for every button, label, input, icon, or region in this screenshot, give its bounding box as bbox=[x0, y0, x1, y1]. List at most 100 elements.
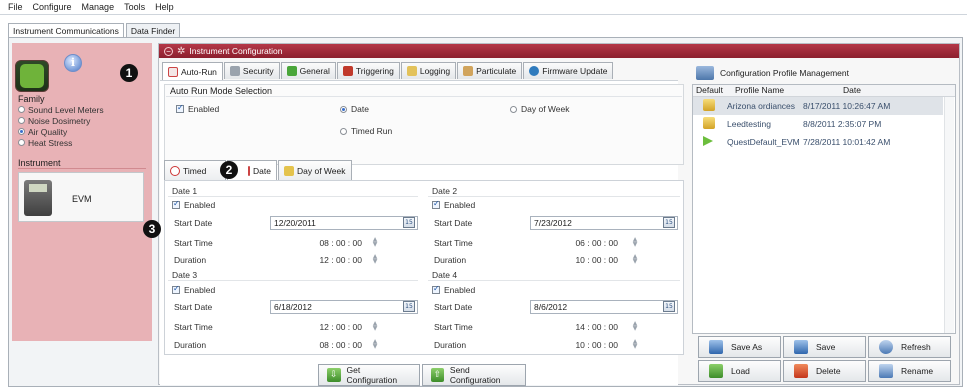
date-2-enabled-checkbox[interactable]: Enabled bbox=[432, 199, 475, 210]
date-4-duration-input[interactable]: 10 : 00 : 00 bbox=[554, 340, 618, 350]
family-option-air-quality[interactable]: Air Quality bbox=[18, 126, 104, 137]
profile-row[interactable]: QuestDefault_EVM 7/28/2011 10:01:42 AM bbox=[693, 133, 943, 151]
time-spinner-icon[interactable]: ▲ ▼ bbox=[632, 237, 638, 248]
duration-spinner-icon[interactable]: ▲ ▼ bbox=[632, 254, 638, 265]
tab-firmware-update[interactable]: Firmware Update bbox=[523, 62, 614, 79]
load-button[interactable]: Load bbox=[698, 360, 781, 382]
family-option-heat-stress[interactable]: Heat Stress bbox=[18, 137, 104, 148]
configuration-header-title: Instrument Configuration bbox=[189, 46, 283, 56]
clock-icon bbox=[170, 165, 180, 176]
profile-name: QuestDefault_EVM bbox=[727, 137, 800, 147]
profile-date: 8/17/2011 10:26:47 AM bbox=[803, 101, 891, 111]
profile-name: Leedtesting bbox=[727, 119, 771, 129]
date-4-enabled-checkbox[interactable]: Enabled bbox=[432, 284, 475, 295]
configuration-tabs: Auto-Run Security General Triggering Log… bbox=[162, 62, 614, 80]
delete-button[interactable]: Delete bbox=[783, 360, 866, 382]
date-2-start-date-input[interactable]: 7/23/2012 bbox=[530, 216, 678, 230]
save-as-button[interactable]: Save As bbox=[698, 336, 781, 358]
calendar-picker-icon[interactable]: 15 bbox=[403, 217, 415, 228]
tab-general[interactable]: General bbox=[280, 62, 336, 79]
tab-instrument-communications[interactable]: Instrument Communications bbox=[8, 23, 124, 37]
tab-label: Triggering bbox=[355, 66, 394, 76]
checkbox-checked-icon bbox=[172, 284, 180, 294]
family-option-label: Sound Level Meters bbox=[28, 104, 104, 115]
date-2-duration-input[interactable]: 10 : 00 : 00 bbox=[554, 255, 618, 265]
calendar-picker-icon[interactable]: 15 bbox=[663, 301, 675, 312]
load-icon bbox=[709, 364, 723, 378]
calendar-picker-icon[interactable]: 15 bbox=[663, 217, 675, 228]
date-3-duration-input[interactable]: 08 : 00 : 00 bbox=[298, 340, 362, 350]
duration-spinner-icon[interactable]: ▲ ▼ bbox=[632, 339, 638, 350]
menu-tools[interactable]: Tools bbox=[124, 2, 145, 12]
time-spinner-icon[interactable]: ▲ ▼ bbox=[372, 237, 378, 248]
green-arrow-icon bbox=[703, 136, 713, 146]
get-configuration-button[interactable]: ⇩ Get Configuration bbox=[318, 364, 420, 386]
gear-icon: ✲ bbox=[177, 45, 186, 57]
subtab-label: Date bbox=[253, 166, 271, 176]
date-4-start-date-input[interactable]: 8/6/2012 bbox=[530, 300, 678, 314]
tab-label: General bbox=[299, 66, 330, 76]
checkbox-checked-icon bbox=[432, 284, 440, 294]
calendar-icon bbox=[248, 166, 251, 176]
date-1-start-date-input[interactable]: 12/20/2011 bbox=[270, 216, 418, 230]
tab-triggering[interactable]: Triggering bbox=[336, 62, 400, 79]
family-option-noise-dosimetry[interactable]: Noise Dosimetry bbox=[18, 115, 104, 126]
date-3-start-date-input[interactable]: 6/18/2012 bbox=[270, 300, 418, 314]
profile-list-scrollbar[interactable] bbox=[944, 97, 954, 333]
tab-logging[interactable]: Logging bbox=[400, 62, 457, 79]
duration-label: Duration bbox=[174, 340, 207, 350]
time-spinner-icon[interactable]: ▲ ▼ bbox=[372, 321, 378, 332]
calendar-picker-icon[interactable]: 15 bbox=[403, 301, 415, 312]
time-spinner-icon[interactable]: ▲ ▼ bbox=[632, 321, 638, 332]
tab-particulate[interactable]: Particulate bbox=[457, 62, 523, 79]
column-date[interactable]: Date bbox=[817, 85, 927, 96]
date-1-duration-input[interactable]: 12 : 00 : 00 bbox=[298, 255, 362, 265]
start-date-label: Start Date bbox=[174, 218, 213, 228]
info-icon[interactable]: i bbox=[64, 54, 82, 72]
menu-configure[interactable]: Configure bbox=[33, 2, 72, 12]
profile-row[interactable]: Leedtesting 8/8/2011 2:35:07 PM bbox=[693, 115, 943, 133]
collapse-icon[interactable]: − bbox=[164, 46, 173, 56]
column-default[interactable]: Default bbox=[693, 85, 727, 96]
subtab-day-of-week[interactable]: Day of Week bbox=[278, 160, 352, 180]
date-2-start-time-input[interactable]: 06 : 00 : 00 bbox=[554, 238, 618, 248]
duration-spinner-icon[interactable]: ▲ ▼ bbox=[372, 254, 378, 265]
profile-date: 7/28/2011 10:01:42 AM bbox=[803, 137, 891, 147]
date-3-start-time-input[interactable]: 12 : 00 : 00 bbox=[298, 322, 362, 332]
start-date-label: Start Date bbox=[174, 302, 213, 312]
save-button[interactable]: Save bbox=[783, 336, 866, 358]
family-option-label: Noise Dosimetry bbox=[28, 115, 91, 126]
family-option-sound-level-meters[interactable]: Sound Level Meters bbox=[18, 104, 104, 115]
menu-manage[interactable]: Manage bbox=[82, 2, 115, 12]
tab-security[interactable]: Security bbox=[223, 62, 280, 79]
lock-icon bbox=[229, 66, 240, 76]
family-option-label: Air Quality bbox=[28, 126, 68, 137]
button-label: Delete bbox=[816, 366, 841, 376]
menu-file[interactable]: File bbox=[8, 2, 23, 12]
lock-open-icon bbox=[703, 117, 715, 129]
date-1-start-time-input[interactable]: 08 : 00 : 00 bbox=[298, 238, 362, 248]
date-3-enabled-checkbox[interactable]: Enabled bbox=[172, 284, 215, 295]
date-4-title: Date 4 bbox=[432, 270, 458, 280]
radio-label: Date bbox=[351, 104, 369, 114]
send-configuration-button[interactable]: ⇧ Send Configuration bbox=[422, 364, 526, 386]
duration-spinner-icon[interactable]: ▲ ▼ bbox=[372, 339, 378, 350]
mode-radio-date[interactable]: Date bbox=[340, 104, 369, 114]
mode-radio-day-of-week[interactable]: Day of Week bbox=[510, 104, 570, 114]
profile-row[interactable]: Arizona ordiances 8/17/2011 10:26:47 AM bbox=[693, 97, 943, 115]
general-icon bbox=[286, 66, 297, 76]
configuration-header: − ✲ Instrument Configuration bbox=[159, 44, 959, 58]
tab-auto-run[interactable]: Auto-Run bbox=[162, 62, 223, 80]
rename-button[interactable]: Rename bbox=[868, 360, 951, 382]
profile-date: 8/8/2011 2:35:07 PM bbox=[803, 119, 882, 129]
profile-list-header: Default Profile Name Date bbox=[693, 85, 955, 97]
menu-help[interactable]: Help bbox=[155, 2, 174, 12]
mode-radio-timed-run[interactable]: Timed Run bbox=[340, 126, 392, 136]
refresh-button[interactable]: Refresh bbox=[868, 336, 951, 358]
subtab-timed[interactable]: Timed bbox=[164, 160, 226, 180]
tab-data-finder[interactable]: Data Finder bbox=[125, 23, 181, 37]
date-4-start-time-input[interactable]: 14 : 00 : 00 bbox=[554, 322, 618, 332]
date-1-enabled-checkbox[interactable]: Enabled bbox=[172, 199, 215, 210]
auto-run-enabled-checkbox[interactable]: Enabled bbox=[176, 103, 219, 114]
column-profile-name[interactable]: Profile Name bbox=[727, 85, 817, 96]
